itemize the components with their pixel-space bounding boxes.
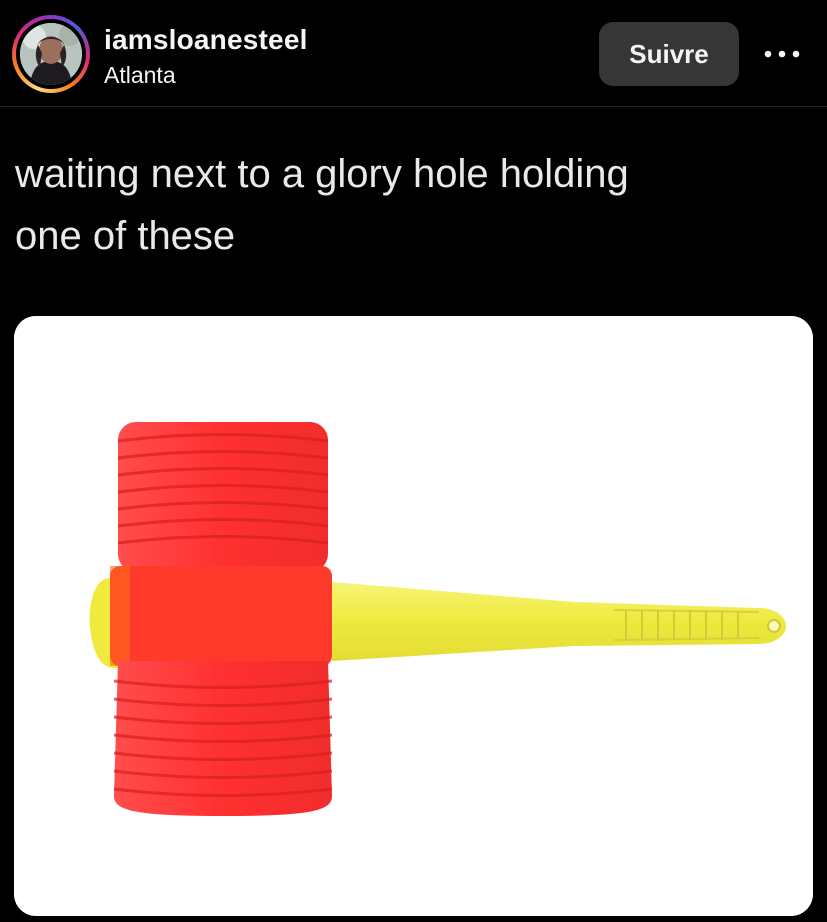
caption-line-2: one of these bbox=[15, 214, 236, 258]
user-block: iamsloanesteel Atlanta bbox=[104, 22, 308, 90]
post-caption: waiting next to a glory hole holding one … bbox=[15, 143, 805, 267]
avatar-photo bbox=[20, 23, 82, 85]
more-options-button[interactable] bbox=[760, 36, 804, 72]
caption-line-1: waiting next to a glory hole holding bbox=[15, 152, 629, 196]
post-screen: iamsloanesteel Atlanta Suivre waiting ne… bbox=[0, 0, 827, 922]
toy-hammer-illustration bbox=[14, 316, 813, 916]
username[interactable]: iamsloanesteel bbox=[104, 22, 308, 58]
follow-button[interactable]: Suivre bbox=[599, 22, 739, 86]
story-ring[interactable] bbox=[12, 15, 90, 93]
post-image[interactable] bbox=[14, 316, 813, 916]
avatar[interactable] bbox=[20, 23, 82, 85]
hammer-head bbox=[110, 422, 333, 816]
more-horizontal-icon bbox=[764, 50, 800, 58]
post-header: iamsloanesteel Atlanta Suivre bbox=[0, 0, 827, 107]
location-label[interactable]: Atlanta bbox=[104, 60, 308, 90]
